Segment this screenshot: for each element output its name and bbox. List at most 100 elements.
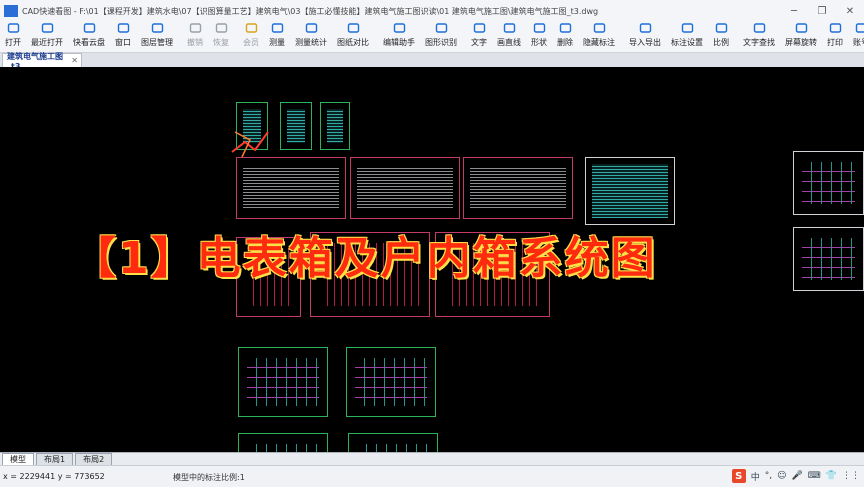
close-button[interactable]: ✕ bbox=[836, 0, 864, 22]
toolbar-button-label: 测量 bbox=[269, 37, 285, 48]
emoji-icon[interactable]: ☺ bbox=[777, 471, 786, 481]
layout-tab-bar: 模型布局1布局2 bbox=[0, 452, 864, 465]
toolbar-button-label: 屏幕旋转 bbox=[785, 37, 817, 48]
toolbar-button-17[interactable]: 删除 bbox=[552, 22, 578, 52]
layout-tab-2[interactable]: 布局1 bbox=[36, 453, 73, 465]
measure-stat-icon bbox=[305, 22, 318, 37]
print-icon bbox=[829, 22, 842, 37]
window-title: CAD快速看图 - F:\01【课程开发】建筑水电\07【识图算量工艺】建筑电气… bbox=[22, 6, 722, 17]
app-logo-icon bbox=[4, 5, 18, 17]
toolbar-button-label: 打印 bbox=[827, 37, 843, 48]
rotate-screen-icon bbox=[795, 22, 808, 37]
layout-tab-1[interactable]: 模型 bbox=[2, 453, 34, 465]
punctuation-toggle[interactable]: °, bbox=[765, 471, 772, 481]
redo-icon bbox=[215, 22, 228, 37]
toolbar-button-label: 账号 bbox=[853, 37, 864, 48]
layout-tab-3[interactable]: 布局2 bbox=[75, 453, 112, 465]
floor-plan-sheet bbox=[238, 433, 328, 452]
toolbar-button-4[interactable]: 窗口 bbox=[110, 22, 136, 52]
window-controls: ─ ❐ ✕ bbox=[780, 0, 864, 22]
toolbar-button-6[interactable]: 撤销 bbox=[182, 22, 208, 52]
toolbar-button-2[interactable]: 最近打开 bbox=[26, 22, 68, 52]
floor-plan-sheet bbox=[238, 347, 328, 417]
toolbar-button-14[interactable]: 文字 bbox=[466, 22, 492, 52]
toolbar-button-20[interactable]: 标注设置 bbox=[666, 22, 708, 52]
ime-mode-toggle[interactable]: 中 bbox=[751, 470, 760, 483]
layers-icon bbox=[151, 22, 164, 37]
toolbar-button-12[interactable]: 编辑助手 bbox=[378, 22, 420, 52]
minimize-button[interactable]: ─ bbox=[780, 0, 808, 22]
toolbar-button-label: 会员 bbox=[243, 37, 259, 48]
toolbar-button-18[interactable]: 隐藏标注 bbox=[578, 22, 620, 52]
toolbar-button-label: 标注设置 bbox=[671, 37, 703, 48]
toolbar-button-13[interactable]: 图形识别 bbox=[420, 22, 462, 52]
status-bar: x = 2229441 y = 773652 模型中的标注比例:1 S 中 °,… bbox=[0, 465, 864, 487]
annotation-scale-status: 模型中的标注比例:1 bbox=[173, 472, 245, 483]
close-tab-icon[interactable]: ✕ bbox=[71, 56, 78, 65]
toolbar-button-23[interactable]: 屏幕旋转 bbox=[780, 22, 822, 52]
toolbar-button-label: 隐藏标注 bbox=[583, 37, 615, 48]
toolbar-button-21[interactable]: 比例 bbox=[708, 22, 734, 52]
toolbar-button-8[interactable]: 会员 bbox=[238, 22, 264, 52]
text-search-icon bbox=[753, 22, 766, 37]
main-toolbar: 打开最近打开快看云盘窗口图层管理撤销恢复 会员测量测量统计图纸对比 编辑助手图形识别… bbox=[0, 22, 864, 53]
drawing-sheet bbox=[320, 102, 350, 150]
toolbar-button-label: 文字 bbox=[471, 37, 487, 48]
toolbar-button-label: 图纸对比 bbox=[337, 37, 369, 48]
toolbar-button-22[interactable]: 文字查找 bbox=[738, 22, 780, 52]
vip-icon bbox=[245, 22, 258, 37]
toolbar-button-label: 导入导出 bbox=[629, 37, 661, 48]
skin-icon[interactable]: 👕 bbox=[826, 471, 837, 481]
compare-icon bbox=[347, 22, 360, 37]
toolbar-button-label: 恢复 bbox=[213, 37, 229, 48]
drawing-canvas[interactable]: 【1】电表箱及户内箱系统图 bbox=[0, 67, 864, 452]
toolbar-button-19[interactable]: 导入导出 bbox=[624, 22, 666, 52]
microphone-icon[interactable]: 🎤 bbox=[792, 471, 803, 481]
menu-grid-icon[interactable]: ⋮⋮ bbox=[842, 471, 860, 481]
toolbar-button-9[interactable]: 测量 bbox=[264, 22, 290, 52]
measure-icon bbox=[271, 22, 284, 37]
toolbar-button-10[interactable]: 测量统计 bbox=[290, 22, 332, 52]
toolbar-button-5[interactable]: 图层管理 bbox=[136, 22, 178, 52]
toolbar-button-24[interactable]: 打印 bbox=[822, 22, 848, 52]
toolbar-button-3[interactable]: 快看云盘 bbox=[68, 22, 110, 52]
cloud-icon bbox=[83, 22, 96, 37]
cursor-coordinates: x = 2229441 y = 773652 bbox=[3, 472, 163, 481]
drawing-sheet bbox=[793, 151, 864, 215]
drawing-sheet bbox=[463, 157, 573, 219]
hide-annotation-icon bbox=[593, 22, 606, 37]
toolbar-button-label: 打开 bbox=[5, 37, 21, 48]
toolbar-button-15[interactable]: 画直线 bbox=[492, 22, 526, 52]
window-icon bbox=[117, 22, 130, 37]
toolbar-button-label: 撤销 bbox=[187, 37, 203, 48]
overlay-caption: 【1】电表箱及户内箱系统图 bbox=[72, 222, 657, 286]
toolbar-button-label: 删除 bbox=[557, 37, 573, 48]
document-tab[interactable]: 建筑电气施工图_t3 ✕ bbox=[2, 53, 82, 67]
toolbar-button-25[interactable]: 账号 bbox=[848, 22, 864, 52]
red-markup-icon bbox=[230, 122, 270, 162]
sogou-logo-icon[interactable]: S bbox=[732, 469, 746, 483]
toolbar-button-16[interactable]: 形状 bbox=[526, 22, 552, 52]
scale-icon bbox=[715, 22, 728, 37]
toolbar-button-11[interactable]: 图纸对比 bbox=[332, 22, 374, 52]
toolbar-button-label: 图形识别 bbox=[425, 37, 457, 48]
recent-icon bbox=[41, 22, 54, 37]
delete-icon bbox=[559, 22, 572, 37]
restore-button[interactable]: ❐ bbox=[808, 0, 836, 22]
toolbar-button-label: 快看云盘 bbox=[73, 37, 105, 48]
toolbar-button-label: 形状 bbox=[531, 37, 547, 48]
shape-recognize-icon bbox=[435, 22, 448, 37]
toolbar-button-label: 编辑助手 bbox=[383, 37, 415, 48]
ime-toolbar: S 中 °, ☺ 🎤 ⌨ 👕 ⋮⋮ bbox=[732, 468, 860, 484]
drawing-sheet bbox=[236, 157, 346, 219]
floor-plan-sheet bbox=[346, 347, 436, 417]
toolbar-button-label: 最近打开 bbox=[31, 37, 63, 48]
toolbar-button-7[interactable]: 恢复 bbox=[208, 22, 234, 52]
open-folder-icon bbox=[7, 22, 20, 37]
toolbar-button-1[interactable]: 打开 bbox=[0, 22, 26, 52]
document-tab-bar: 建筑电气施工图_t3 ✕ bbox=[0, 53, 864, 67]
keyboard-icon[interactable]: ⌨ bbox=[808, 471, 821, 481]
toolbar-button-label: 文字查找 bbox=[743, 37, 775, 48]
shape-icon bbox=[533, 22, 546, 37]
annotation-settings-icon bbox=[681, 22, 694, 37]
